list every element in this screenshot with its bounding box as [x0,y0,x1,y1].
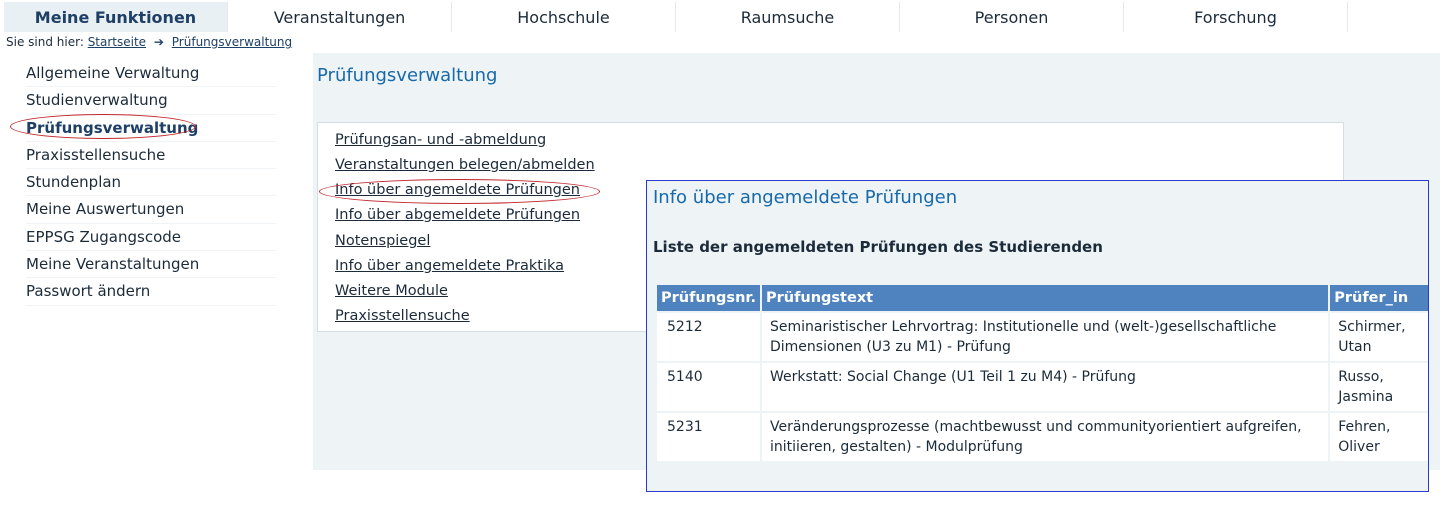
link-info-abgemeldete-pruefungen[interactable]: Info über abgemeldete Prüfungen [335,207,580,223]
link-praxisstellensuche[interactable]: Praxisstellensuche [335,308,470,324]
arrow-right-icon: ➔ [153,35,164,49]
link-info-angemeldete-praktika[interactable]: Info über angemeldete Praktika [335,258,564,274]
cell-examiner: Fehren, Oliver [1330,413,1428,461]
sidebar-item-passwort-aendern[interactable]: Passwort ändern [26,278,276,306]
page-title: Prüfungsverwaltung [317,65,498,86]
table-row: 5140 Werkstatt: Social Change (U1 Teil 1… [657,363,1428,411]
column-header-nr: Prüfungsnr. [657,285,760,311]
cell-exam-nr: 5212 [657,313,760,361]
cell-exam-text: Veränderungsprozesse (machtbewusst und c… [761,413,1329,461]
breadcrumb: Sie sind hier: Startseite ➔ Prüfungsverw… [6,35,292,49]
sidebar-item-allgemeine-verwaltung[interactable]: Allgemeine Verwaltung [26,60,276,88]
sidebar: Allgemeine Verwaltung Studienverwaltung … [26,60,276,306]
sidebar-item-pruefungsverwaltung[interactable]: Prüfungsverwaltung [26,115,276,142]
breadcrumb-pruefungsverwaltung[interactable]: Prüfungsverwaltung [172,35,292,49]
sidebar-item-studienverwaltung[interactable]: Studienverwaltung [26,87,276,115]
tab-veranstaltungen[interactable]: Veranstaltungen [228,2,452,32]
table-row: 5212 Seminaristischer Lehrvortrag: Insti… [657,313,1428,361]
popup-subtitle: Liste der angemeldeten Prüfungen des Stu… [653,238,1103,256]
cell-exam-text: Seminaristischer Lehrvortrag: Institutio… [761,313,1329,361]
cell-exam-nr: 5231 [657,413,760,461]
column-header-examiner: Prüfer_in [1330,285,1428,311]
sidebar-item-praxisstellensuche[interactable]: Praxisstellensuche [26,142,276,170]
tab-personen[interactable]: Personen [900,2,1124,32]
exams-table: Prüfungsnr. Prüfungstext Prüfer_in 5212 … [655,283,1428,463]
tab-hochschule[interactable]: Hochschule [452,2,676,32]
top-navigation: Meine Funktionen Veranstaltungen Hochsch… [4,2,1348,32]
tab-forschung[interactable]: Forschung [1124,2,1348,32]
cell-examiner: Schirmer, Utan [1330,313,1428,361]
sidebar-item-stundenplan[interactable]: Stundenplan [26,169,276,197]
cell-exam-text: Werkstatt: Social Change (U1 Teil 1 zu M… [761,363,1329,411]
registered-exams-popup: Info über angemeldete Prüfungen Liste de… [646,180,1429,492]
cell-examiner: Russo, Jasmina [1330,363,1428,411]
cell-exam-nr: 5140 [657,363,760,411]
sidebar-item-meine-veranstaltungen[interactable]: Meine Veranstaltungen [26,251,276,279]
table-header-row: Prüfungsnr. Prüfungstext Prüfer_in [657,285,1428,311]
tab-meine-funktionen[interactable]: Meine Funktionen [4,2,228,32]
table-row: 5231 Veränderungsprozesse (machtbewusst … [657,413,1428,461]
breadcrumb-prefix: Sie sind hier: [6,35,84,49]
link-notenspiegel[interactable]: Notenspiegel [335,233,430,249]
tab-raumsuche[interactable]: Raumsuche [676,2,900,32]
link-pruefungsan-abmeldung[interactable]: Prüfungsan- und -abmeldung [335,132,546,148]
popup-title: Info über angemeldete Prüfungen [653,187,958,208]
sidebar-item-eppsg-zugangscode[interactable]: EPPSG Zugangscode [26,224,276,252]
column-header-text: Prüfungstext [761,285,1329,311]
sidebar-item-meine-auswertungen[interactable]: Meine Auswertungen [26,196,276,224]
breadcrumb-startseite[interactable]: Startseite [88,35,146,49]
link-info-angemeldete-pruefungen[interactable]: Info über angemeldete Prüfungen [335,182,580,198]
link-veranstaltungen-belegen[interactable]: Veranstaltungen belegen/abmelden [335,157,595,173]
link-weitere-module[interactable]: Weitere Module [335,283,448,299]
